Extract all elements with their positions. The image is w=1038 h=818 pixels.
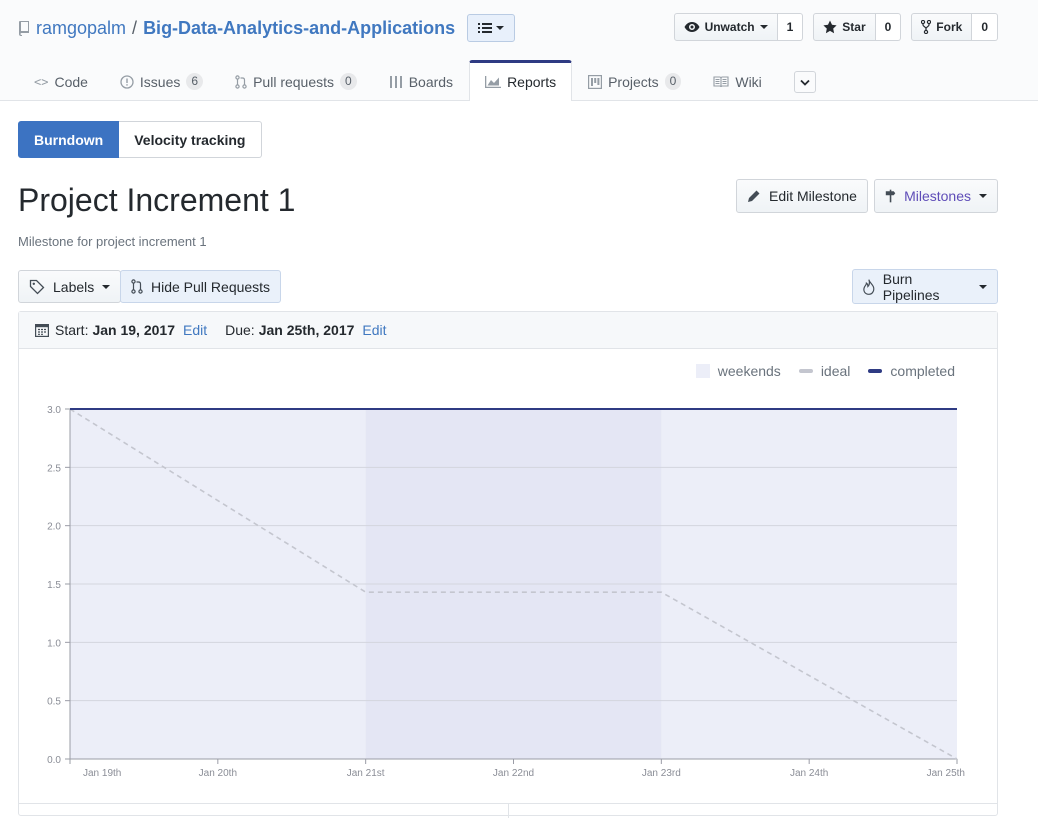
y-tick-label: 2.0 <box>47 522 61 533</box>
y-tick-label: 0.0 <box>47 755 61 766</box>
burndown-chart: 0.0 0.5 1.0 1.5 2.0 2.5 3.0 Jan 19th Jan 20th Jan… <box>47 405 965 779</box>
x-tick-label: Jan 21st <box>347 768 385 779</box>
y-tick-label: 3.0 <box>47 405 61 416</box>
y-tick-label: 1.5 <box>47 580 61 591</box>
x-tick-label: Jan 19th <box>83 768 121 779</box>
y-tick-label: 1.0 <box>47 638 61 649</box>
x-tick-label: Jan 20th <box>199 768 237 779</box>
y-tick-label: 0.5 <box>47 697 61 708</box>
y-tick-label: 2.5 <box>47 463 61 474</box>
x-tick-label: Jan 24th <box>790 768 828 779</box>
x-tick-label: Jan 23rd <box>642 768 681 779</box>
x-tick-label: Jan 22nd <box>493 768 534 779</box>
x-tick-label: Jan 25th <box>927 768 965 779</box>
